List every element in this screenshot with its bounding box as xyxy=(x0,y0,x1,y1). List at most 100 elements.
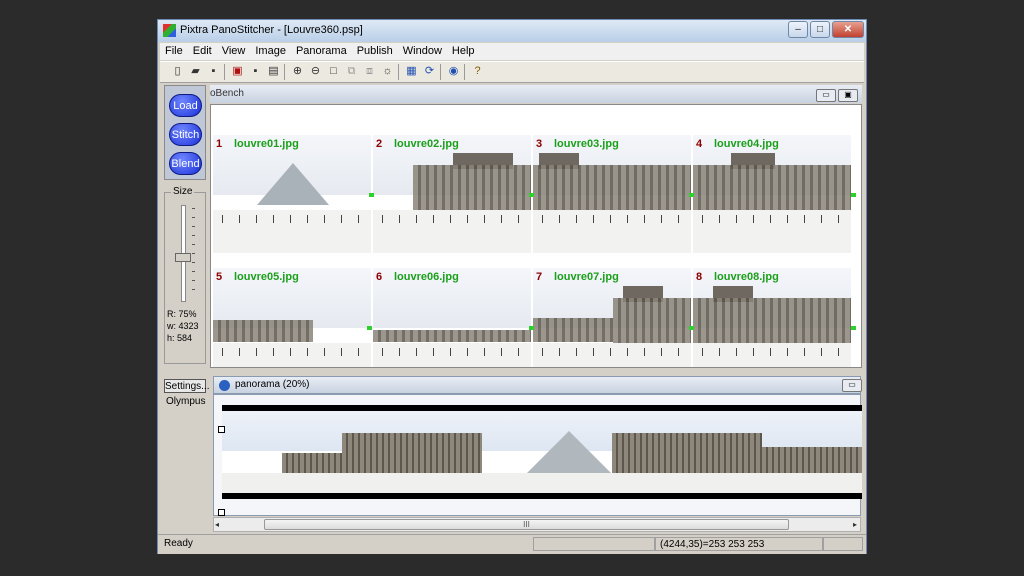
image-thumb-7[interactable]: 7 louvre07.jpg xyxy=(533,268,691,367)
pixel-readout: (4244,35)=253 253 253 xyxy=(655,537,823,551)
horizontal-scrollbar[interactable]: ◂ III ▸ xyxy=(213,517,861,532)
minimize-button[interactable]: – xyxy=(788,21,808,38)
menu-window[interactable]: Window xyxy=(398,43,447,57)
camera-model: Olympus xyxy=(166,396,206,407)
output-width: w: 4323 xyxy=(167,321,199,331)
menu-publish[interactable]: Publish xyxy=(352,43,398,57)
pano-ground xyxy=(222,473,862,493)
publish-icon[interactable]: ◉ xyxy=(446,64,461,79)
status-bar: Ready (4244,35)=253 253 253 xyxy=(158,534,866,554)
overlap-marker xyxy=(851,326,856,330)
overlap-marker xyxy=(689,326,694,330)
menu-edit[interactable]: Edit xyxy=(188,43,217,57)
tile-icon[interactable]: ⧉ xyxy=(344,64,359,79)
menu-view[interactable]: View xyxy=(217,43,251,57)
image-thumb-3[interactable]: 3 louvre03.jpg xyxy=(533,135,691,253)
maximize-button[interactable]: □ xyxy=(810,21,830,38)
slider-tick xyxy=(192,217,195,218)
scroll-right-arrow-icon[interactable]: ▸ xyxy=(850,518,860,531)
image-filename: louvre07.jpg xyxy=(554,271,619,283)
grid-icon[interactable]: ⧈ xyxy=(362,64,377,79)
load-button[interactable]: Load xyxy=(169,94,202,117)
rotate-icon[interactable]: ⟳ xyxy=(422,64,437,79)
image-filename: louvre03.jpg xyxy=(554,138,619,150)
slider-tick xyxy=(192,271,195,272)
image-thumb-6[interactable]: 6 louvre06.jpg xyxy=(373,268,531,367)
save-tiff-icon[interactable]: ▣ xyxy=(230,64,245,79)
image-filename: louvre04.jpg xyxy=(714,138,779,150)
image-filename: louvre06.jpg xyxy=(394,271,459,283)
image-thumb-8[interactable]: 8 louvre08.jpg xyxy=(693,268,851,367)
crop-handle-bottom-left[interactable] xyxy=(218,509,225,516)
menu-help[interactable]: Help xyxy=(447,43,480,57)
menu-file[interactable]: File xyxy=(160,43,188,57)
slider-tick xyxy=(192,235,195,236)
open-icon[interactable]: ▰ xyxy=(188,64,203,79)
app-window: Pixtra PanoStitcher - [Louvre360.psp] – … xyxy=(157,19,867,554)
menu-image[interactable]: Image xyxy=(250,43,291,57)
image-thumb-5[interactable]: 5 louvre05.jpg xyxy=(213,268,371,367)
overlap-marker xyxy=(529,326,534,330)
image-thumb-2[interactable]: 2 louvre02.jpg xyxy=(373,135,531,253)
image-number: 5 xyxy=(216,271,223,283)
stitch-button[interactable]: Stitch xyxy=(169,123,202,146)
size-label: Size xyxy=(171,186,195,197)
photo-building xyxy=(693,298,851,343)
photo-building xyxy=(413,165,531,210)
photo-building xyxy=(693,165,851,210)
menu-bar: File Edit View Image Panorama Publish Window He… xyxy=(160,43,864,60)
image-thumb-1[interactable]: 1 louvre01.jpg xyxy=(213,135,371,253)
photo-building xyxy=(613,298,691,343)
save-jpeg-icon[interactable]: ▪ xyxy=(248,64,263,79)
resize-percent: R: 75% xyxy=(167,309,197,319)
panorama-view[interactable] xyxy=(213,394,862,516)
print-icon[interactable]: ▤ xyxy=(266,64,281,79)
scrollbar-thumb[interactable]: III xyxy=(264,519,789,530)
sidebar: Load Stitch Blend Size R: 75% w: 4323 h:… xyxy=(162,83,209,551)
image-thumb-4[interactable]: 4 louvre04.jpg xyxy=(693,135,851,253)
image-number: 7 xyxy=(536,271,543,283)
photo-building xyxy=(533,318,613,342)
save-icon[interactable]: ▪ xyxy=(206,64,221,79)
overlap-marker xyxy=(369,193,374,197)
crop-handle-top-left[interactable] xyxy=(218,426,225,433)
image-number: 4 xyxy=(696,138,703,150)
stitch-icon[interactable]: ▦ xyxy=(404,64,419,79)
zoom-in-icon[interactable]: ⊕ xyxy=(290,64,305,79)
help-icon[interactable]: ? xyxy=(470,64,485,79)
photo-people xyxy=(693,348,851,356)
window-title: Pixtra PanoStitcher - [Louvre360.psp] xyxy=(180,24,363,36)
brightness-icon[interactable]: ☼ xyxy=(380,64,395,79)
blend-button[interactable]: Blend xyxy=(169,152,202,175)
title-bar[interactable]: Pixtra PanoStitcher - [Louvre360.psp] – … xyxy=(158,20,866,42)
photo-people xyxy=(213,215,371,223)
toolbar-separator xyxy=(440,64,441,80)
fit-icon[interactable]: □ xyxy=(326,64,341,79)
toolbar-separator xyxy=(398,64,399,80)
zoom-out-icon[interactable]: ⊖ xyxy=(308,64,323,79)
settings-button[interactable]: Settings... xyxy=(164,379,209,393)
overlap-marker xyxy=(851,193,856,197)
menu-panorama[interactable]: Panorama xyxy=(291,43,352,57)
workbench-title: oBench xyxy=(210,88,244,99)
overlap-marker xyxy=(529,193,534,197)
action-panel: Load Stitch Blend xyxy=(164,85,206,180)
image-number: 1 xyxy=(216,138,223,150)
toolbar-separator xyxy=(224,64,225,80)
workbench-restore-button[interactable]: ▣ xyxy=(838,89,858,102)
slider-tick xyxy=(192,262,195,263)
pano-pyramid xyxy=(527,431,611,473)
close-button[interactable]: ✕ xyxy=(832,21,864,38)
new-icon[interactable]: ▯ xyxy=(170,64,185,79)
status-cell-empty xyxy=(533,537,655,551)
toolbar-separator xyxy=(464,64,465,80)
photo-building xyxy=(533,165,691,210)
photo-people xyxy=(213,348,371,356)
panorama-image[interactable] xyxy=(222,405,862,499)
status-cell-empty xyxy=(823,537,863,551)
pano-building xyxy=(762,447,862,473)
workbench-minimize-button[interactable]: ▭ xyxy=(816,89,836,102)
panorama-minimize-button[interactable]: ▭ xyxy=(842,379,862,392)
size-slider-thumb[interactable] xyxy=(175,253,191,263)
scroll-left-arrow-icon[interactable]: ◂ xyxy=(212,518,222,531)
